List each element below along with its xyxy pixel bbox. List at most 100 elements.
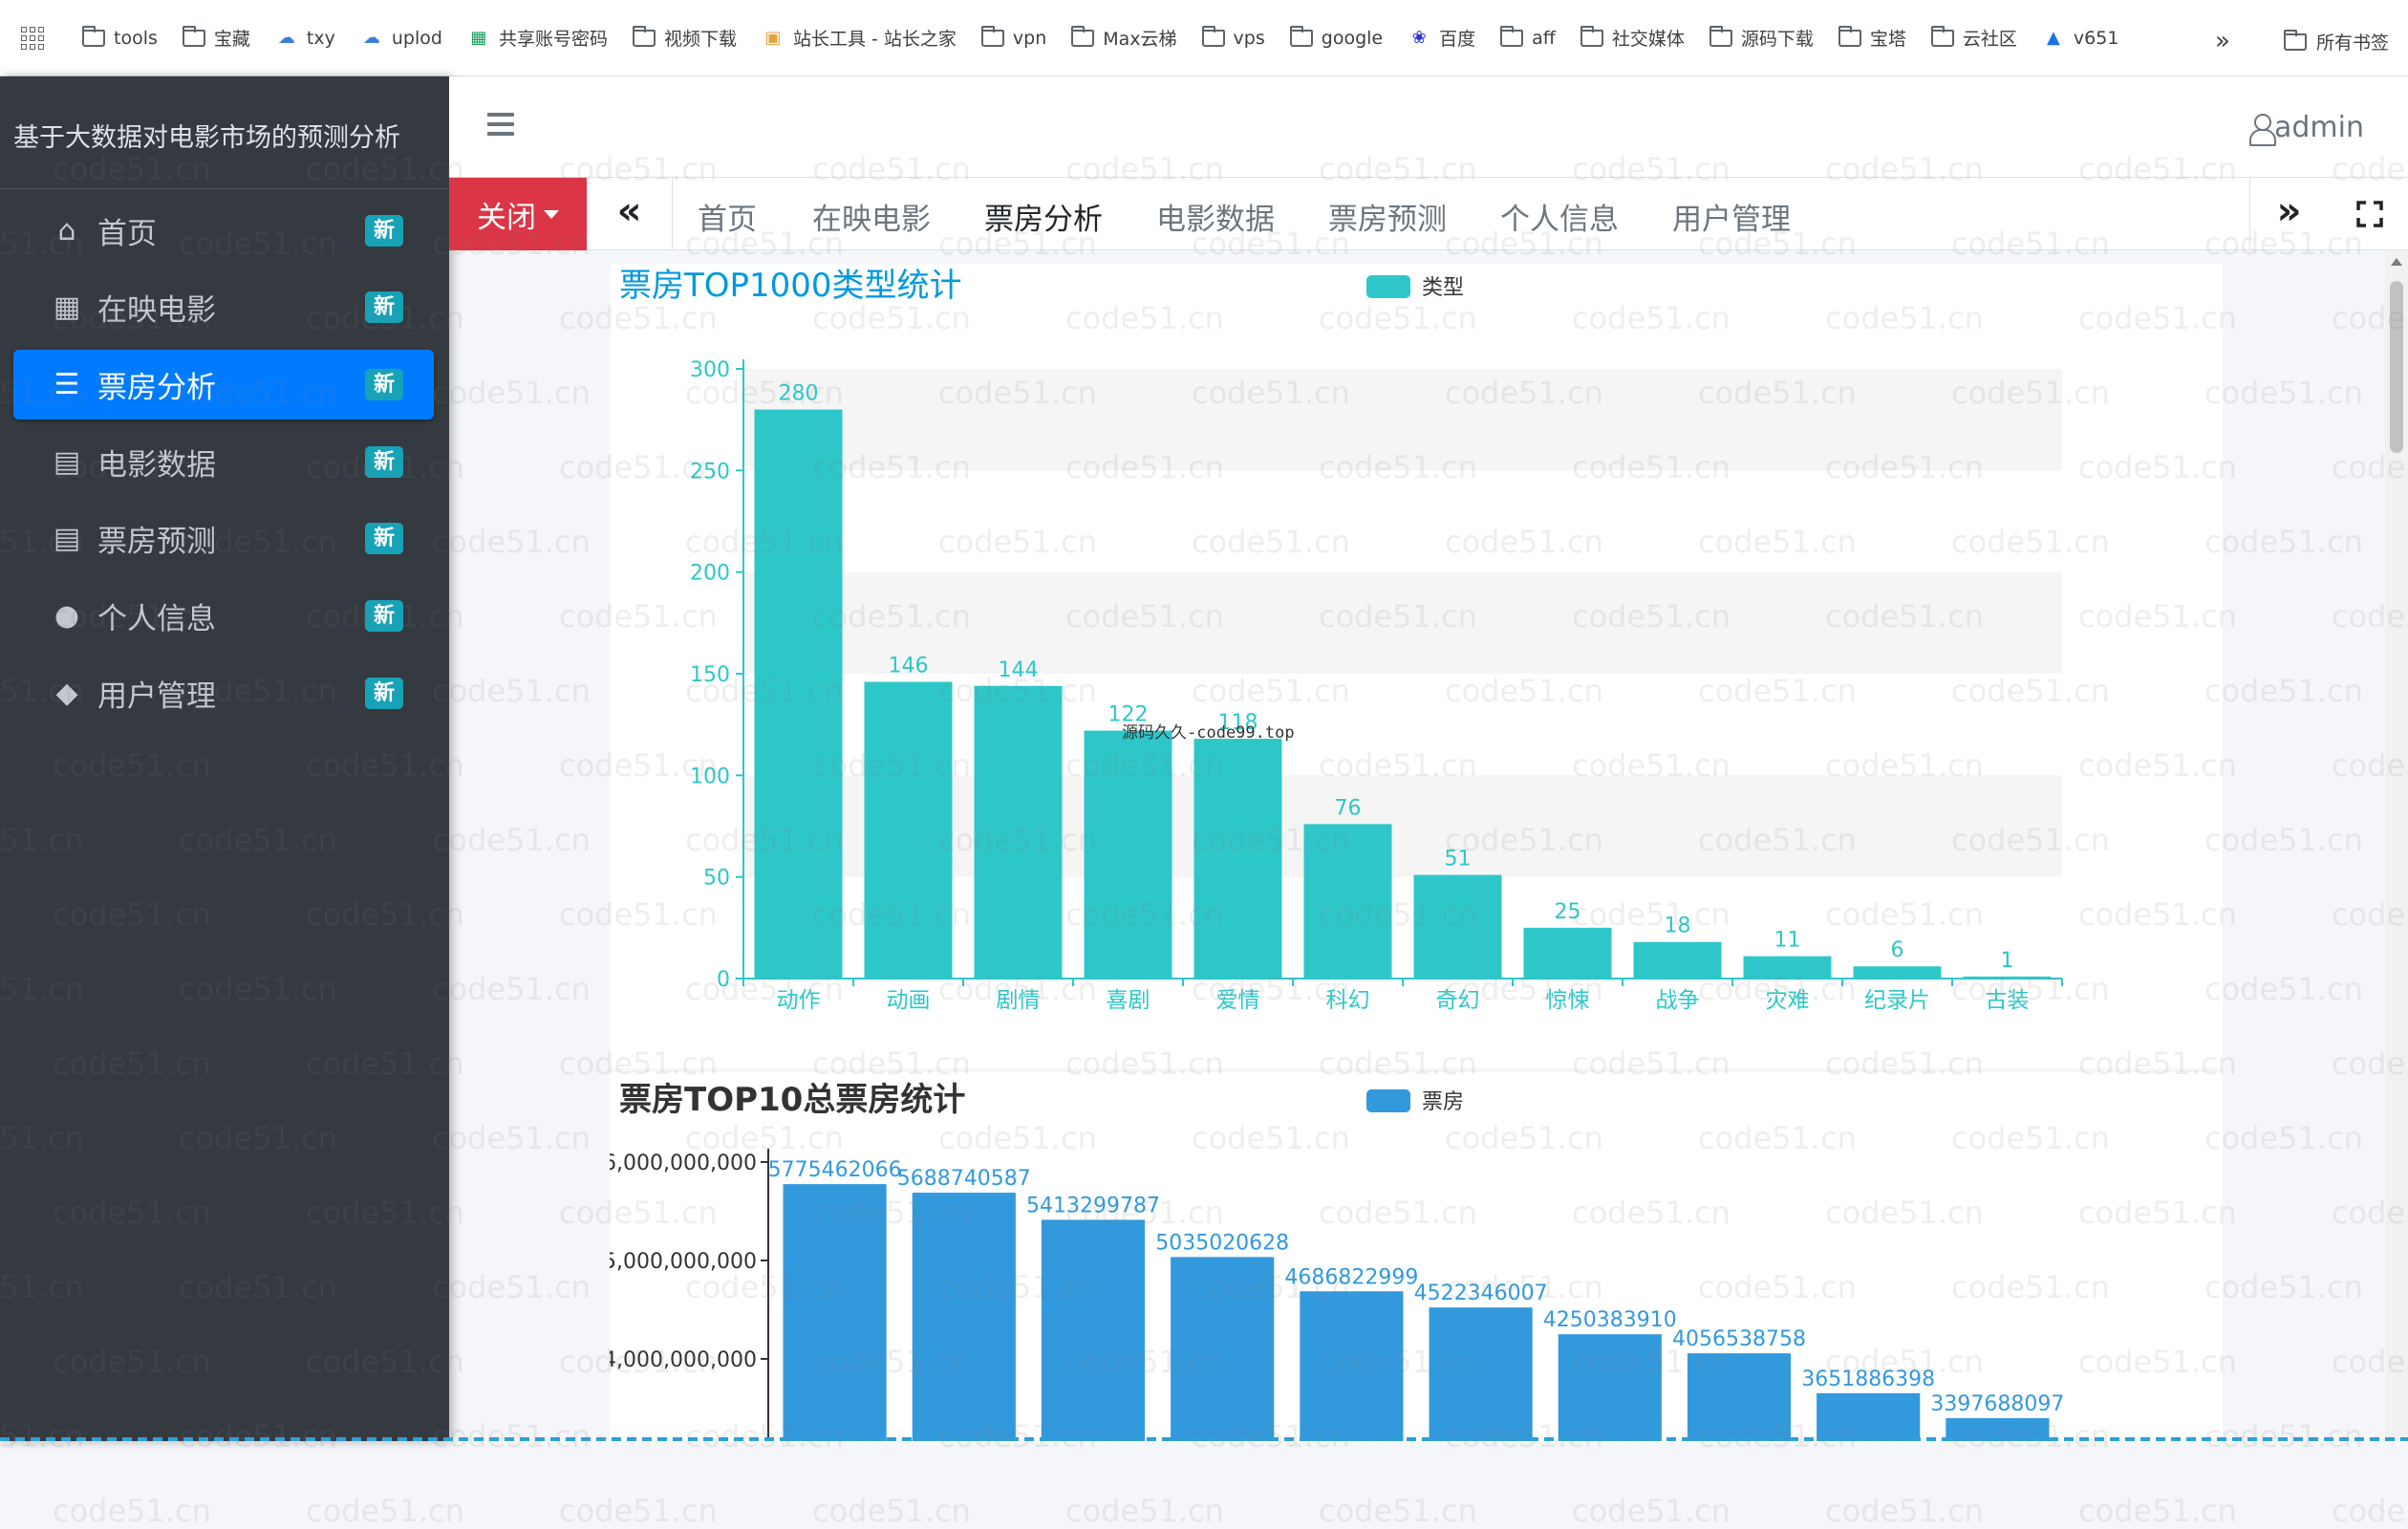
bookmark-item[interactable]: 云社区 xyxy=(1930,25,2017,51)
bar xyxy=(1300,1291,1404,1441)
bar-value-label: 146 xyxy=(889,655,929,678)
bookmark-item[interactable]: 视频下载 xyxy=(632,25,737,51)
bookmark-item[interactable]: ▣ 站长工具 - 站长之家 xyxy=(762,25,956,51)
bar-value-label: 1 xyxy=(2001,949,2014,973)
bar xyxy=(1817,1392,1921,1441)
bookmarks-more-button[interactable]: » xyxy=(2215,27,2230,55)
close-tabs-label: 关闭 xyxy=(477,200,536,235)
bar-value-label: 5775462066 xyxy=(768,1158,902,1182)
tab-item-3[interactable]: 票房分析 xyxy=(984,195,1103,238)
watermark-text: code51.cn xyxy=(812,1493,971,1529)
legend-label: 类型 xyxy=(1422,276,1464,300)
bookmark-item[interactable]: Max云梯 xyxy=(1071,25,1177,51)
bar-value-label: 5688740587 xyxy=(897,1167,1031,1191)
tab-item-1[interactable]: 首页 xyxy=(698,195,757,238)
folder-icon xyxy=(1289,25,1313,47)
bookmark-item[interactable]: ☁ uplod xyxy=(360,28,442,49)
x-tick-label: 喜剧 xyxy=(1107,988,1150,1013)
user-menu[interactable]: admin xyxy=(2249,111,2364,146)
fullscreen-icon[interactable] xyxy=(2356,201,2383,227)
bookmarks-bar: tools 宝藏 ☁ txy ☁ uplod ▦ 共享账号密码 视频下载 ▣ 站长工具 - 站长之家… xyxy=(0,0,2408,76)
user-icon xyxy=(2249,113,2276,146)
folder-icon xyxy=(1930,25,1954,47)
bookmark-label: 源码下载 xyxy=(1740,29,1814,50)
watermark-text: code51.cn xyxy=(1572,1493,1731,1529)
sidebar-item-5[interactable]: ▤ 票房预测 新 xyxy=(13,504,434,573)
folder-icon xyxy=(1201,25,1225,47)
bookmark-item[interactable]: ☁ txy xyxy=(275,28,335,49)
brand-title[interactable]: 基于大数据对电影市场的预测分析 xyxy=(0,76,449,189)
watermark-text: code51.cn xyxy=(2332,1493,2408,1529)
watermark-secondary: 源码久久-code99.top xyxy=(1122,723,1295,743)
folder-icon xyxy=(1709,25,1732,47)
bookmark-label: 云社区 xyxy=(1962,29,2017,50)
tab-bar: 关闭 « 首页 在映电影 票房分析 电影数据 票房预测 个人信息 用户管理 » xyxy=(449,178,2408,250)
folder-icon xyxy=(2284,29,2307,51)
menu-toggle-icon[interactable] xyxy=(487,113,514,136)
bar-value-label: 4522346007 xyxy=(1414,1281,1548,1305)
top-navbar: admin xyxy=(449,76,2408,178)
scroll-up-arrow-icon[interactable] xyxy=(2391,258,2402,266)
bar-value-label: 4056538758 xyxy=(1672,1327,1806,1351)
bar xyxy=(1743,956,1832,979)
all-bookmarks-button[interactable]: 所有书签 xyxy=(2284,29,2389,54)
bar-value-label: 3651886398 xyxy=(1801,1367,1935,1391)
bookmark-item[interactable]: 源码下载 xyxy=(1709,25,1814,51)
bar xyxy=(1171,1257,1275,1441)
tab-item-4[interactable]: 电影数据 xyxy=(1156,195,1275,238)
tab-scroll-right-button[interactable]: » xyxy=(2249,178,2328,250)
tab-item-7[interactable]: 用户管理 xyxy=(1672,195,1791,238)
sidebar-item-label: 票房预测 xyxy=(97,525,216,559)
sidebar-item-7[interactable]: ◆ 用户管理 新 xyxy=(13,658,434,728)
sidebar-item-label: 票房分析 xyxy=(97,371,216,405)
site-icon: ▣ xyxy=(764,27,782,48)
y-tick-label: 300 xyxy=(690,358,730,382)
y-tick-label: 50 xyxy=(703,867,730,891)
bar xyxy=(1413,874,1502,979)
bookmark-item[interactable]: tools xyxy=(82,25,158,49)
bookmark-label: uplod xyxy=(391,27,442,49)
bookmark-item[interactable]: aff xyxy=(1500,25,1556,49)
x-tick-label: 奇幻 xyxy=(1436,988,1480,1013)
bookmark-label: 视频下载 xyxy=(663,29,737,50)
folder-icon xyxy=(1071,25,1095,47)
bookmark-item[interactable]: vpn xyxy=(980,25,1046,49)
tab-item-2[interactable]: 在映电影 xyxy=(812,195,931,238)
main-content: 票房TOP1000类型统计 类型 0 50 100 150 200 250 300 280 动作 14… xyxy=(449,250,2408,1441)
sidebar-item-1[interactable]: ⌂ 首页 新 xyxy=(13,196,434,266)
sheet-icon: ▦ xyxy=(470,27,487,48)
content-scrollbar[interactable] xyxy=(2385,250,2408,1441)
apps-grid-icon[interactable] xyxy=(21,26,44,50)
watermark-text: code51.cn xyxy=(53,1493,211,1529)
bookmark-item[interactable]: 宝塔 xyxy=(1838,25,1906,51)
bookmark-item[interactable]: ▲ v651 xyxy=(2042,28,2118,49)
watermark-text: code51.cn xyxy=(2078,1493,2237,1529)
new-badge: 新 xyxy=(365,446,403,478)
sidebar-item-6[interactable]: ● 个人信息 新 xyxy=(13,581,434,651)
sidebar-item-3[interactable]: ☰ 票房分析 新 xyxy=(13,350,434,420)
users-icon: ◆ xyxy=(55,677,78,710)
tab-item-5[interactable]: 票房预测 xyxy=(1328,195,1447,238)
bookmark-item[interactable]: 社交媒体 xyxy=(1580,25,1685,51)
tab-item-6[interactable]: 个人信息 xyxy=(1500,195,1619,238)
tab-scroll-left-button[interactable]: « xyxy=(587,178,673,250)
bar xyxy=(754,409,843,979)
sidebar-item-2[interactable]: ▦ 在映电影 新 xyxy=(13,272,434,342)
bookmark-item[interactable]: 宝藏 xyxy=(182,25,250,51)
bar xyxy=(1084,730,1172,979)
bookmark-item[interactable]: vps xyxy=(1201,25,1265,49)
user-name: admin xyxy=(2274,111,2364,144)
sidebar-item-label: 在映电影 xyxy=(97,293,216,328)
bookmark-item[interactable]: google xyxy=(1289,25,1383,49)
bookmark-item[interactable]: ❀ 百度 xyxy=(1408,25,1476,51)
sidebar-item-label: 电影数据 xyxy=(97,448,216,483)
bookmark-item[interactable]: ▦ 共享账号密码 xyxy=(467,25,608,51)
sidebar-item-4[interactable]: ▤ 电影数据 新 xyxy=(13,427,434,497)
folder-icon xyxy=(182,25,205,47)
watermark-text: code51.cn xyxy=(1065,1493,1224,1529)
table-icon: ▦ xyxy=(53,291,81,324)
scroll-thumb[interactable] xyxy=(2390,281,2403,453)
x-tick-label: 科幻 xyxy=(1326,988,1370,1013)
bookmark-label: txy xyxy=(306,27,335,49)
close-tabs-button[interactable]: 关闭 xyxy=(449,178,587,250)
